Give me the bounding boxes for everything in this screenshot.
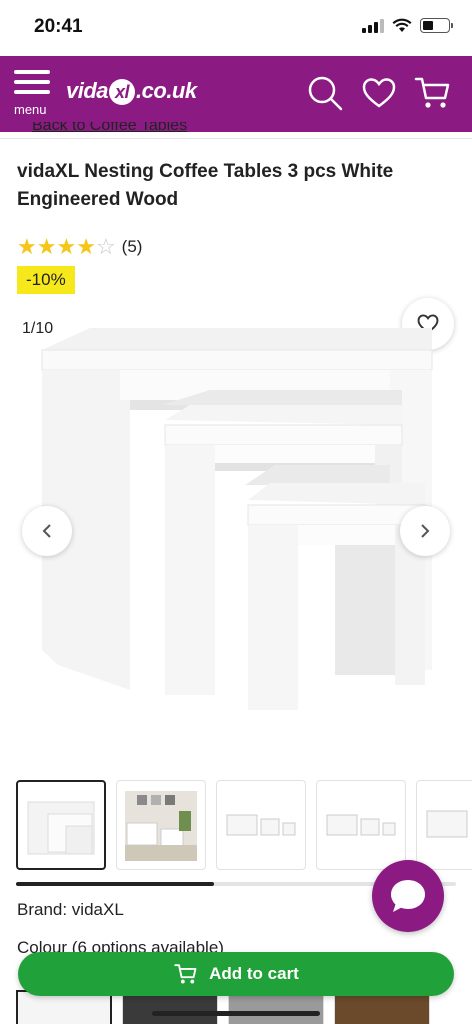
thumbnail-strip: [16, 780, 472, 872]
site-logo[interactable]: vida xl .co.uk: [66, 78, 197, 105]
wifi-icon: [392, 18, 412, 32]
status-icons: [362, 18, 453, 33]
add-to-cart-label: Add to cart: [209, 964, 299, 983]
breadcrumb-back-link[interactable]: Back to Coffee Tables: [32, 122, 187, 136]
chevron-left-icon: [42, 524, 51, 538]
review-count[interactable]: (5): [122, 237, 143, 257]
status-time: 20:41: [34, 16, 83, 37]
thumbnail[interactable]: [16, 780, 106, 870]
brand-label: Brand: vidaXL: [17, 900, 124, 919]
previous-image-button[interactable]: [22, 506, 72, 556]
gallery-scroll-fill: [16, 882, 214, 886]
menu-label: menu: [14, 102, 47, 117]
cart-icon[interactable]: [414, 74, 452, 112]
site-header: menu vida xl .co.uk: [0, 56, 472, 132]
star-empty-icon: ☆: [95, 234, 116, 259]
menu-button[interactable]: menu: [14, 70, 54, 120]
discount-badge: -10%: [17, 266, 75, 294]
thumbnail[interactable]: [216, 780, 306, 870]
cart-icon: [174, 964, 197, 984]
rating[interactable]: ★ ★ ★ ★ ☆ (5): [17, 236, 142, 258]
signal-icon: [362, 18, 384, 33]
heart-icon[interactable]: [360, 74, 398, 112]
next-image-button[interactable]: [400, 506, 450, 556]
hamburger-icon: [14, 70, 54, 94]
search-icon[interactable]: [306, 74, 344, 112]
product-image[interactable]: [30, 320, 440, 720]
chat-button[interactable]: [372, 860, 444, 932]
thumbnail[interactable]: [116, 780, 206, 870]
chat-bubble-icon: [391, 880, 425, 912]
divider: [0, 138, 472, 139]
product-title: vidaXL Nesting Coffee Tables 3 pcs White…: [17, 161, 394, 210]
chevron-right-icon: [421, 524, 430, 538]
status-bar: 20:41: [0, 0, 472, 56]
star-full-icon: ★: [56, 234, 77, 259]
thumbnail[interactable]: [316, 780, 406, 870]
star-full-icon: ★: [76, 234, 96, 259]
star-full-icon: ★: [17, 234, 37, 259]
add-to-cart-button[interactable]: Add to cart: [18, 952, 454, 996]
star-full-icon: ★: [36, 234, 57, 259]
thumbnail[interactable]: [416, 780, 472, 870]
home-indicator: [152, 1011, 320, 1016]
battery-icon: [420, 18, 453, 33]
